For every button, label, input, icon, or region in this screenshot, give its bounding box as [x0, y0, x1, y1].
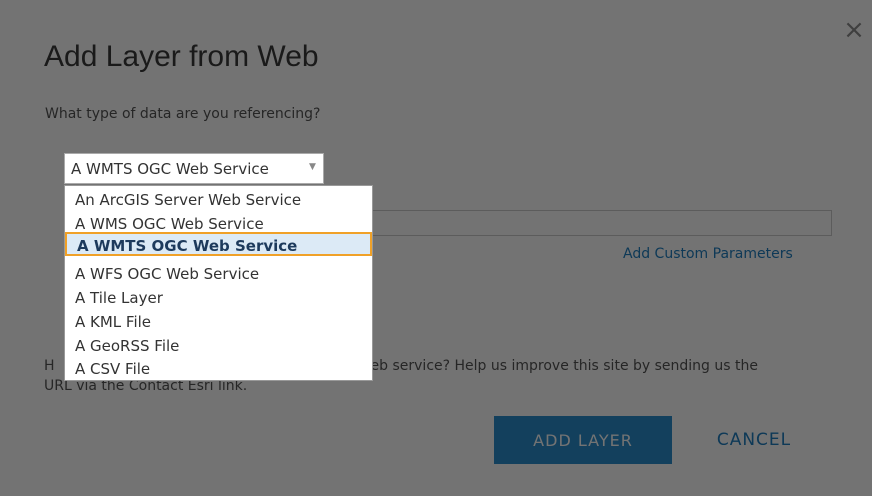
type-question-label: What type of data are you referencing? — [45, 106, 321, 122]
cancel-button[interactable]: CANCEL — [694, 416, 814, 464]
dropdown-option-wfs[interactable]: A WFS OGC Web Service — [75, 262, 259, 286]
help-text-start: H — [44, 358, 55, 374]
dialog-title: Add Layer from Web — [44, 40, 319, 73]
dropdown-option-csv[interactable]: A CSV File — [75, 357, 150, 381]
add-layer-button[interactable]: ADD LAYER — [494, 416, 672, 464]
dropdown-option-kml[interactable]: A KML File — [75, 310, 151, 334]
close-icon[interactable]: × — [842, 17, 866, 43]
chevron-down-icon: ▼ — [309, 162, 316, 172]
data-type-dropdown-list: An ArcGIS Server Web Service A WMS OGC W… — [64, 185, 373, 381]
help-text-mid: eb service? Help us improve this site by… — [370, 358, 758, 374]
dropdown-option-wmts[interactable]: A WMTS OGC Web Service — [65, 232, 372, 256]
select-open-value: A WMTS OGC Web Service — [71, 160, 269, 178]
dropdown-option-georss[interactable]: A GeoRSS File — [75, 334, 179, 358]
add-custom-parameters-link[interactable]: Add Custom Parameters — [623, 246, 793, 262]
dropdown-option-arcgis-server[interactable]: An ArcGIS Server Web Service — [75, 188, 301, 212]
data-type-select-open[interactable]: A WMTS OGC Web Service ▼ — [64, 153, 324, 184]
dropdown-option-tile-layer[interactable]: A Tile Layer — [75, 286, 163, 310]
